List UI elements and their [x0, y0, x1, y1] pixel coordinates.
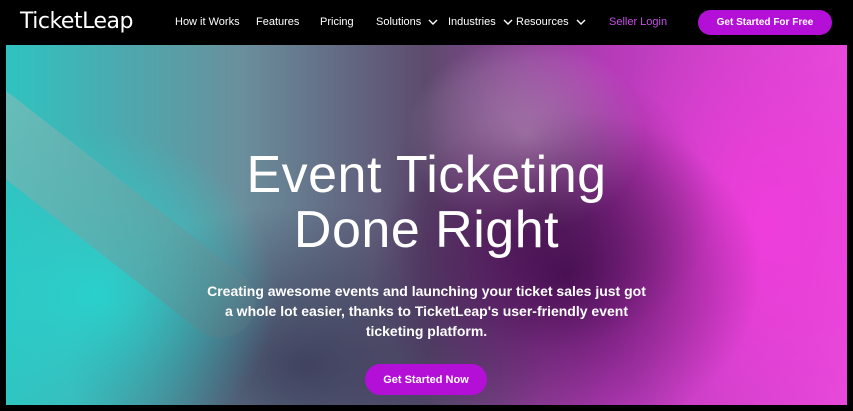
get-started-now-button[interactable]: Get Started Now	[365, 364, 487, 395]
nav-how-it-works-label: How it Works	[175, 16, 240, 28]
seller-login-link[interactable]: Seller Login	[609, 15, 667, 29]
chevron-down-icon	[503, 19, 513, 25]
chevron-down-icon	[576, 19, 586, 25]
hero-subtitle: Creating awesome events and launching yo…	[207, 283, 646, 339]
top-navbar: TicketLeap How it Works Features Pricing…	[0, 0, 853, 45]
nav-pricing-label: Pricing	[320, 16, 354, 28]
hero-title-line-1: Event Ticketing	[246, 146, 607, 204]
nav-solutions[interactable]: Solutions	[376, 15, 439, 29]
nav-pricing[interactable]: Pricing	[320, 15, 354, 29]
nav-resources[interactable]: Resources	[516, 15, 587, 29]
hero-title-line-2: Done Right	[293, 201, 560, 259]
hero-title: Event Ticketing Done Right	[6, 148, 847, 258]
nav-resources-label: Resources	[516, 16, 569, 28]
ticketleap-logo[interactable]: TicketLeap	[20, 8, 133, 36]
nav-industries-label: Industries	[448, 16, 496, 28]
hero-banner: Event Ticketing Done Right Creating awes…	[6, 45, 847, 405]
nav-solutions-label: Solutions	[376, 16, 422, 28]
nav-features-label: Features	[256, 16, 300, 28]
chevron-down-icon	[428, 19, 438, 25]
nav-industries[interactable]: Industries	[448, 15, 514, 29]
get-started-free-button[interactable]: Get Started For Free	[698, 10, 832, 35]
nav-how-it-works[interactable]: How it Works	[175, 15, 240, 29]
nav-features[interactable]: Features	[256, 15, 299, 29]
